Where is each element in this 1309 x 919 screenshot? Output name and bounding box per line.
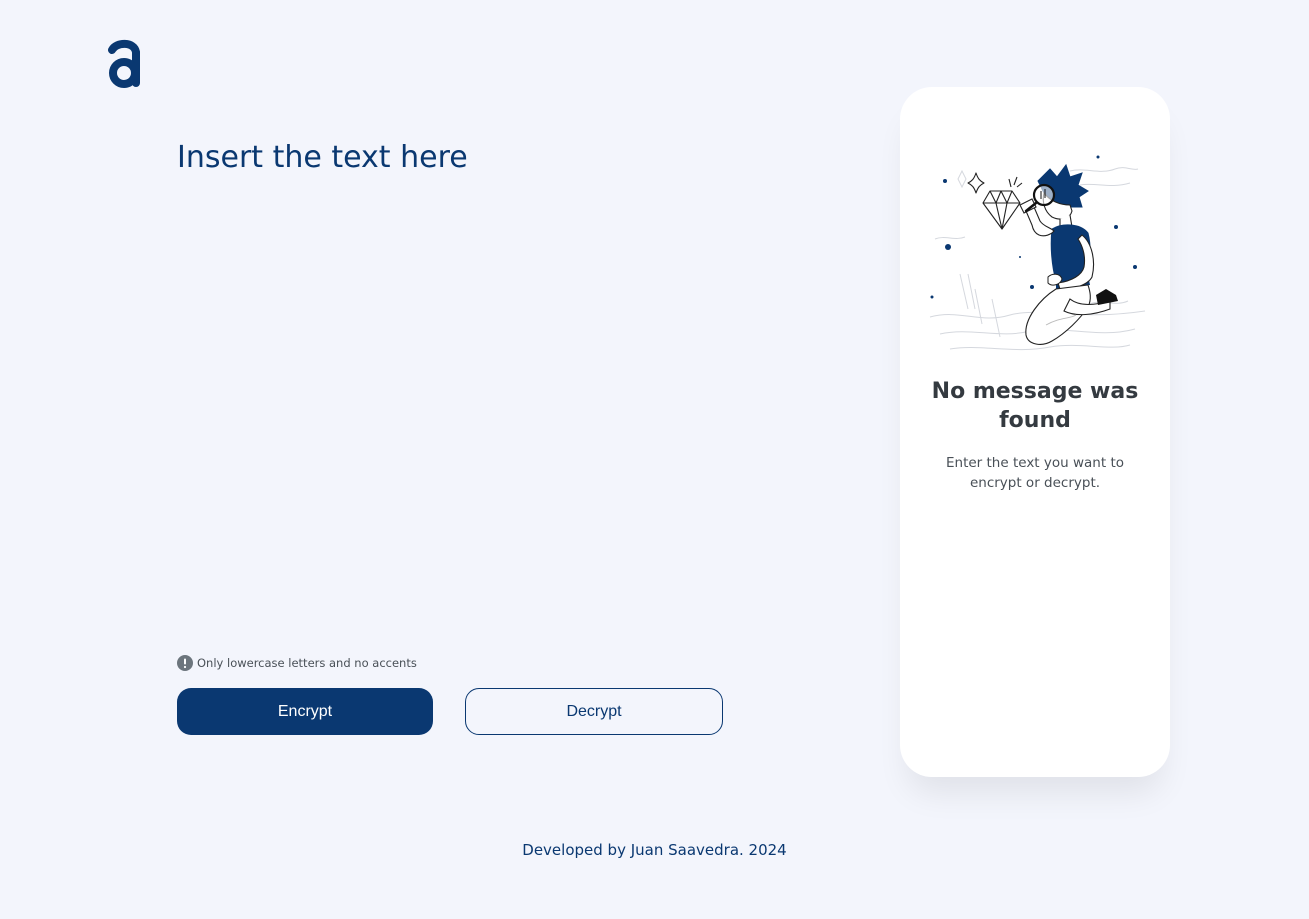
message-input[interactable] [177,140,817,620]
panel-title: No message was found [931,379,1139,433]
person-with-magnifying-glass-illustration [929,155,1146,351]
alura-a-logo-icon [104,36,146,90]
hint: Only lowercase letters and no accents [177,655,417,671]
hint-text: Only lowercase letters and no accents [197,656,417,670]
output-panel: No message was found Enter the text you … [900,87,1170,777]
encrypt-button[interactable]: Encrypt [177,688,433,735]
panel-description: Enter the text you want to encrypt or de… [945,455,1124,491]
footer-credit: Developed by Juan Saavedra. 2024 [522,841,787,859]
exclamation-circle-icon [177,655,193,671]
decrypt-button[interactable]: Decrypt [465,688,723,735]
